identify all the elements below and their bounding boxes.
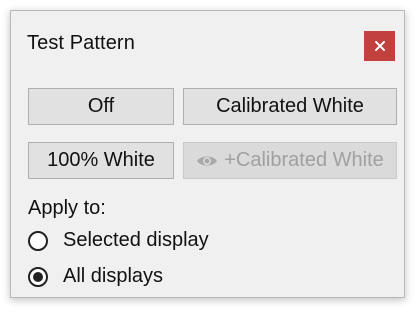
radio-selected-display[interactable]: Selected display: [28, 229, 209, 252]
dialog-title: Test Pattern: [27, 32, 135, 54]
plus-calibrated-white-button[interactable]: +Calibrated White: [183, 142, 397, 179]
radio-checked-dot: [33, 271, 43, 282]
radio-button-checked[interactable]: [28, 266, 48, 287]
radio-selected-display-label: Selected display: [63, 229, 209, 251]
white-100-button-label: 100% White: [47, 149, 155, 171]
close-icon: [374, 41, 385, 51]
radio-button-unchecked[interactable]: [28, 230, 48, 251]
plus-calibrated-white-button-label: +Calibrated White: [224, 149, 384, 171]
close-button[interactable]: [364, 31, 395, 61]
radio-all-displays-label: All displays: [63, 265, 164, 287]
apply-to-label: Apply to:: [28, 197, 106, 219]
off-button-label: Off: [87, 95, 115, 117]
calibrated-white-button[interactable]: Calibrated White: [183, 88, 397, 125]
radio-all-displays[interactable]: All displays: [28, 265, 163, 288]
title-bar: Test Pattern: [11, 11, 404, 77]
calibrated-white-button-label: Calibrated White: [216, 95, 364, 117]
off-button[interactable]: Off: [28, 88, 174, 125]
eye-icon: [196, 154, 218, 168]
white-100-button[interactable]: 100% White: [28, 142, 174, 179]
test-pattern-dialog: Test Pattern Off Calibrated White 100% W…: [10, 10, 405, 298]
